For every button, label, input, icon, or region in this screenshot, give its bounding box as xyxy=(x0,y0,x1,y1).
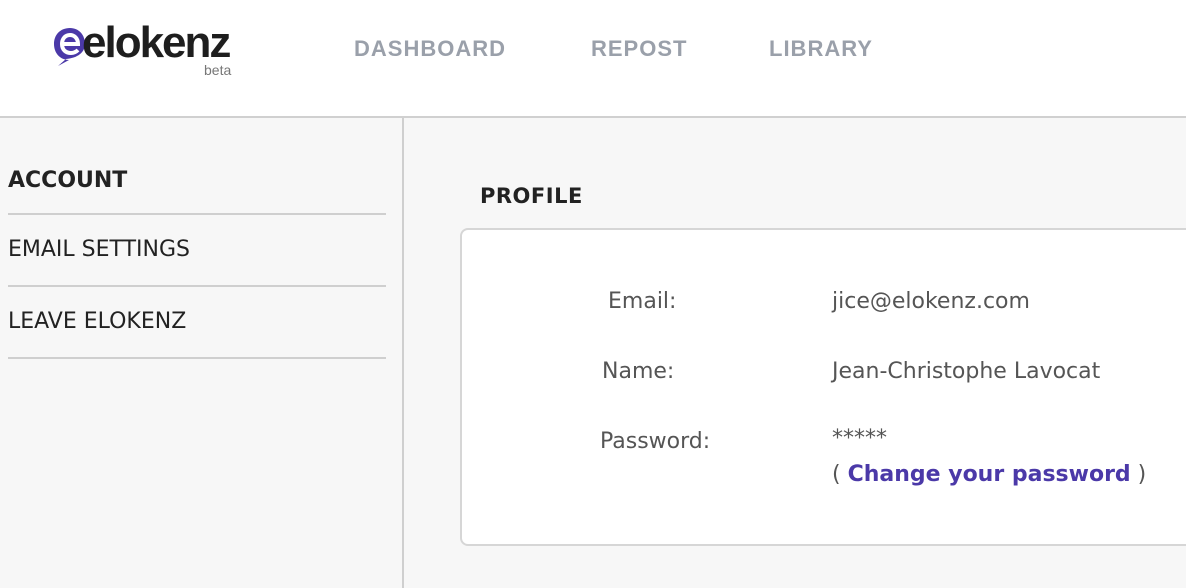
open-paren: ( xyxy=(832,462,848,487)
beta-badge: beta xyxy=(204,62,232,78)
sidebar-item-account[interactable]: ACCOUNT xyxy=(8,140,386,215)
sidebar-item-email-settings[interactable]: EMAIL SETTINGS xyxy=(8,215,386,287)
email-label: Email: xyxy=(608,289,677,314)
sidebar-item-leave-elokenz[interactable]: LEAVE ELOKENZ xyxy=(8,287,386,359)
elokenz-logo[interactable]: elokenz beta xyxy=(52,18,242,82)
profile-card: Email: jice@elokenz.com Name: Jean-Chris… xyxy=(460,228,1186,546)
top-navigation-bar: elokenz beta DASHBOARD REPOST LIBRARY xyxy=(0,0,1186,118)
nav-repost[interactable]: REPOST xyxy=(591,36,687,62)
change-password-line: ( Change your password ) xyxy=(832,462,1146,487)
name-label: Name: xyxy=(602,359,675,384)
nav-library[interactable]: LIBRARY xyxy=(769,36,873,62)
close-paren: ) xyxy=(1130,462,1147,487)
logo-wordmark: elokenz xyxy=(82,18,231,67)
account-sidebar: ACCOUNT EMAIL SETTINGS LEAVE ELOKENZ xyxy=(0,118,404,588)
profile-section-title: PROFILE xyxy=(480,184,583,208)
change-password-link[interactable]: Change your password xyxy=(848,462,1131,487)
email-value: jice@elokenz.com xyxy=(832,289,1030,314)
name-value: Jean-Christophe Lavocat xyxy=(832,359,1101,384)
nav-dashboard[interactable]: DASHBOARD xyxy=(354,36,506,62)
password-label: Password: xyxy=(600,429,711,454)
password-value: ***** xyxy=(832,426,887,451)
